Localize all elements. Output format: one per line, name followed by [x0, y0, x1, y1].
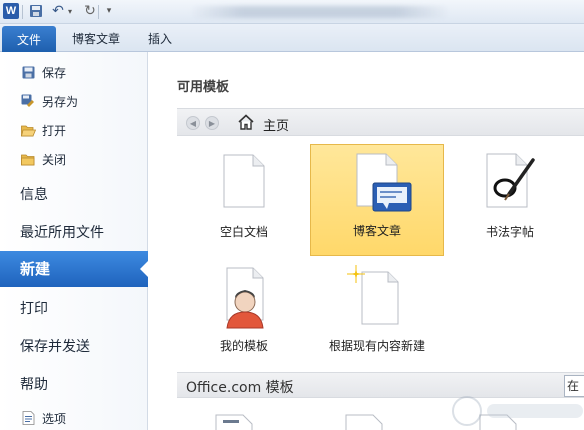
nav-item-save-send[interactable]: 保存并发送 [20, 336, 90, 356]
redo-icon[interactable]: ↻ [82, 3, 98, 19]
breadcrumb-home[interactable]: 主页 [263, 115, 289, 134]
undo-icon[interactable]: ↶ [50, 3, 66, 19]
customize-toolbar-icon[interactable]: ▾ [104, 3, 114, 19]
office-template-thumbnail[interactable] [345, 414, 383, 430]
nav-item-info[interactable]: 信息 [20, 184, 48, 204]
template-calligraphy[interactable]: 书法字帖 [443, 144, 577, 256]
office-template-thumbnail[interactable] [215, 414, 253, 430]
blog-post-icon [356, 153, 412, 212]
section-title: 可用模板 [177, 80, 230, 95]
options-icon [20, 410, 36, 426]
nav-save-label: 保存 [42, 65, 67, 80]
nav-item-recent[interactable]: 最近所用文件 [20, 222, 104, 242]
template-new-from-existing[interactable]: 根据现有内容新建 [310, 258, 444, 370]
template-label: 书法字帖 [485, 225, 534, 239]
nav-item-save[interactable]: 保存 [20, 62, 66, 82]
template-label: 根据现有内容新建 [328, 339, 425, 353]
template-blog-post[interactable]: 博客文章 [310, 144, 444, 256]
tab-blog-post[interactable]: 博客文章 [72, 30, 120, 47]
template-label: 空白文档 [219, 225, 268, 239]
template-blank-document[interactable]: 空白文档 [177, 144, 311, 256]
template-label: 我的模板 [219, 339, 268, 353]
backstage-nav: 保存 另存为 打开 关闭 信息 最近所用文件 新建 打印 保存并发送 帮助 选项 [0, 52, 149, 430]
title-separator [22, 5, 23, 19]
nav-item-help[interactable]: 帮助 [20, 374, 48, 394]
nav-item-open[interactable]: 打开 [20, 120, 66, 140]
window-title-blurred [190, 6, 450, 18]
calligraphy-icon [486, 153, 535, 208]
undo-dropdown-icon[interactable]: ▾ [66, 3, 74, 19]
nav-item-save-as[interactable]: 另存为 [20, 91, 78, 111]
office-templates-title: Office.com 模板 [186, 380, 294, 396]
save-icon [20, 64, 36, 80]
watermark-logo-icon [452, 396, 583, 426]
title-separator [98, 5, 99, 19]
selected-pointer [140, 260, 149, 278]
nav-open-label: 打开 [42, 123, 67, 138]
breadcrumb: ◀ ▶ 主页 [177, 108, 584, 136]
home-icon[interactable] [237, 113, 255, 131]
nav-item-options[interactable]: 选项 [20, 408, 66, 428]
word-app-icon[interactable]: W [3, 3, 19, 19]
nav-item-close[interactable]: 关闭 [20, 149, 66, 169]
new-from-existing-icon [347, 265, 399, 325]
save-as-icon [20, 93, 36, 109]
ribbon-tab-bar: 文件 博客文章 插入 [0, 24, 584, 52]
blank-doc-icon [223, 154, 265, 208]
template-my-templates[interactable]: 我的模板 [177, 258, 311, 370]
nav-options-label: 选项 [42, 411, 67, 426]
my-templates-icon [226, 267, 264, 329]
template-label: 博客文章 [352, 224, 401, 238]
back-icon[interactable]: ◀ [186, 116, 200, 130]
tab-file[interactable]: 文件 [2, 26, 56, 52]
templates-panel: 可用模板 ◀ ▶ 主页 空白文档 博客文章 书法字帖 我的模板 根据现有内容新建… [149, 52, 584, 430]
tab-insert[interactable]: 插入 [148, 30, 172, 47]
quick-save-icon[interactable] [28, 3, 44, 19]
title-bar: W ↶ ▾ ↻ ▾ [0, 0, 584, 24]
nav-new-label: 新建 [20, 260, 51, 278]
nav-item-new[interactable]: 新建 [0, 251, 149, 287]
nav-close-label: 关闭 [42, 152, 67, 167]
open-folder-icon [20, 122, 36, 138]
nav-item-print[interactable]: 打印 [20, 298, 48, 318]
forward-icon[interactable]: ▶ [205, 116, 219, 130]
close-folder-icon [20, 151, 36, 167]
nav-save-as-label: 另存为 [42, 94, 79, 109]
